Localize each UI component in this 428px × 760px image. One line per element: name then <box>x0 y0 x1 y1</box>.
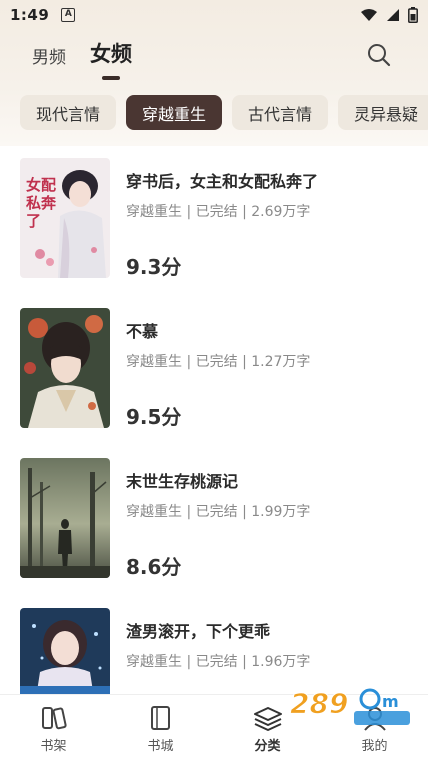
book-item[interactable]: 不慕 穿越重生 | 已完结 | 1.27万字 9.5分 <box>20 308 410 430</box>
book-cover <box>20 608 110 694</box>
book-cover <box>20 458 110 578</box>
status-bar: 1:49 A <box>0 0 428 30</box>
profile-icon <box>363 707 386 731</box>
book-title: 渣男滚开，下个更乖 <box>126 622 271 641</box>
search-icon[interactable] <box>366 42 392 68</box>
book-item[interactable]: 末世生存桃源记 穿越重生 | 已完结 | 1.99万字 8.6分 <box>20 458 410 580</box>
book-score: 8.6分 <box>126 555 182 579</box>
nav-bookstore[interactable]: 书城 <box>107 695 214 760</box>
chip-modern-romance[interactable]: 现代言情 <box>20 95 117 130</box>
book-score: 9.3分 <box>126 255 182 279</box>
book-meta: 穿越重生 | 已完结 | 1.96万字 <box>126 654 311 670</box>
category-icon <box>253 707 282 731</box>
nav-label: 我的 <box>361 739 388 754</box>
nav-category[interactable]: 分类 <box>214 695 321 760</box>
active-tab-indicator <box>102 76 120 80</box>
wifi-icon <box>361 9 377 21</box>
tab-male[interactable]: 男频 <box>32 43 66 68</box>
nav-label: 书城 <box>147 739 174 754</box>
book-meta: 穿越重生 | 已完结 | 1.27万字 <box>126 354 311 370</box>
book-item[interactable]: 渣男滚开，下个更乖 穿越重生 | 已完结 | 1.96万字 <box>20 608 410 694</box>
tab-female-label: 女频 <box>90 42 132 66</box>
book-cover: 女配私奔了 <box>20 158 110 278</box>
nav-profile[interactable]: 我的 <box>321 695 428 760</box>
bottom-nav: 书架 书城 分类 我的 <box>0 694 428 760</box>
bookshelf-icon <box>41 707 67 730</box>
status-time: 1:49 <box>10 6 50 24</box>
signal-icon <box>387 9 399 21</box>
battery-icon <box>408 7 418 23</box>
book-meta: 穿越重生 | 已完结 | 1.99万字 <box>126 504 311 520</box>
chip-supernatural[interactable]: 灵异悬疑 <box>338 95 428 130</box>
gender-tabs: 男频 女频 <box>32 38 132 80</box>
book-list[interactable]: 女配私奔了 穿书后，女主和女配私奔了 穿越重生 | 已完结 | 2.69万字 9… <box>0 146 428 694</box>
chip-ancient-romance[interactable]: 古代言情 <box>232 95 329 130</box>
nav-label: 书架 <box>40 739 67 754</box>
nav-label: 分类 <box>254 739 281 754</box>
cover-title: 女配私奔了 <box>26 176 57 230</box>
book-icon <box>150 706 170 730</box>
category-chips: 现代言情 穿越重生 古代言情 灵异悬疑 <box>20 95 428 130</box>
book-meta: 穿越重生 | 已完结 | 2.69万字 <box>126 204 311 220</box>
book-title: 穿书后，女主和女配私奔了 <box>126 172 319 191</box>
book-item[interactable]: 女配私奔了 穿书后，女主和女配私奔了 穿越重生 | 已完结 | 2.69万字 9… <box>20 158 410 280</box>
book-title: 不慕 <box>126 322 159 341</box>
nav-bookshelf[interactable]: 书架 <box>0 695 107 760</box>
book-cover <box>20 308 110 428</box>
notification-icon: A <box>61 8 76 22</box>
book-score: 9.5分 <box>126 405 182 429</box>
book-title: 末世生存桃源记 <box>126 472 239 491</box>
tab-female[interactable]: 女频 <box>90 38 132 80</box>
chip-time-travel[interactable]: 穿越重生 <box>126 95 223 130</box>
